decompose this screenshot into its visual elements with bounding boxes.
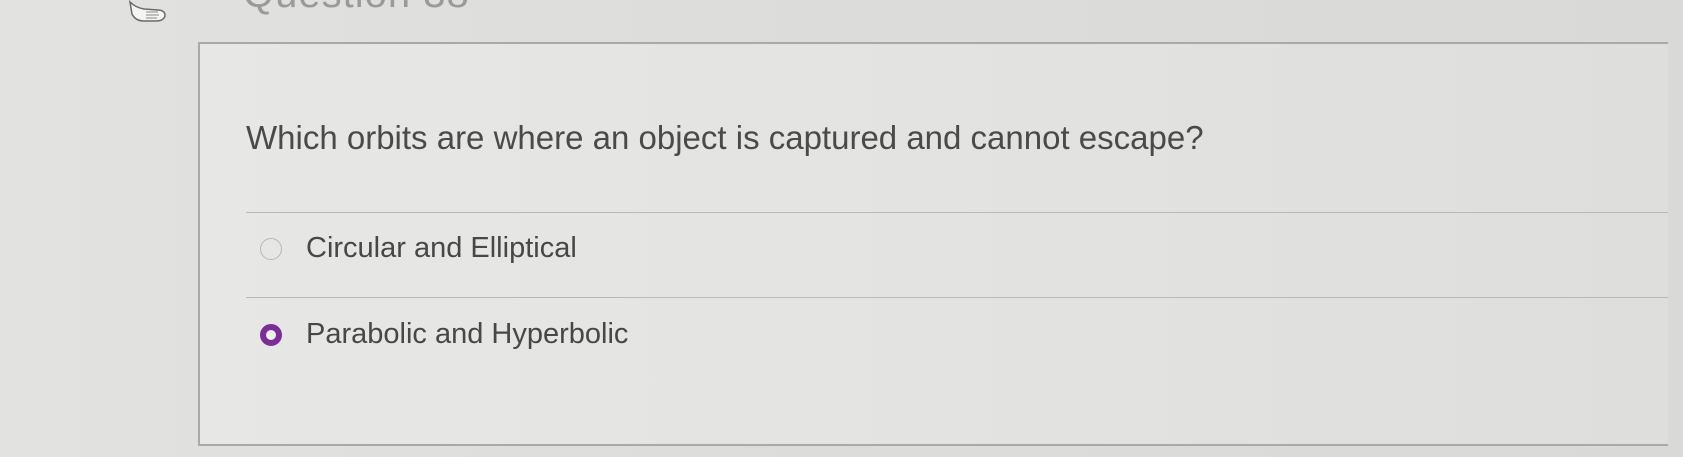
hand-pointer-icon [128,0,166,22]
radio-button-unselected[interactable] [260,237,282,260]
question-card: Which orbits are where an object is capt… [198,42,1668,446]
question-text: Which orbits are where an object is capt… [246,119,1204,156]
option-divider [246,297,1668,298]
radio-button-selected[interactable] [260,323,282,346]
option-divider [246,212,1668,213]
answer-option-label: Parabolic and Hyperbolic [306,318,629,350]
question-header: Question 38 [243,0,470,17]
answer-option-1[interactable]: Circular and Elliptical [260,232,577,265]
answer-option-label: Circular and Elliptical [306,232,577,264]
answer-option-2[interactable]: Parabolic and Hyperbolic [260,318,628,351]
